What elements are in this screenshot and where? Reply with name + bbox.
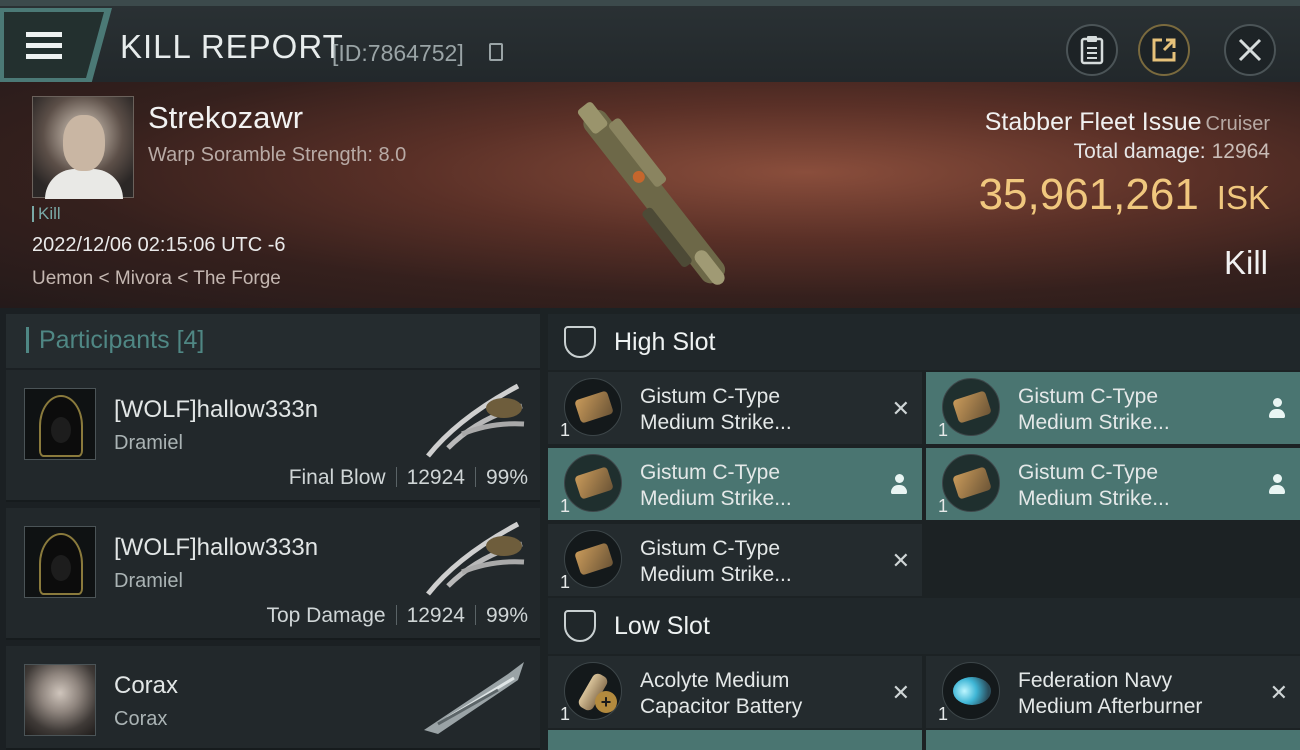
module-quantity: 1: [560, 704, 571, 724]
victim-subtitle: Warp Soramble Strength: 8.0: [148, 144, 407, 166]
victim-portrait[interactable]: [32, 96, 134, 199]
clipboard-button[interactable]: [1066, 24, 1118, 76]
capacitor-battery-icon: +: [564, 662, 622, 720]
participant-percent: 99%: [485, 604, 528, 627]
destroyed-icon: ✕: [891, 548, 910, 573]
destroyed-icon: ✕: [1269, 680, 1288, 705]
participant-avatar: [24, 388, 96, 460]
strike-missile-launcher-icon: [564, 454, 622, 512]
victim-ship-name[interactable]: Stabber Fleet Issue Cruiser: [985, 108, 1270, 137]
module-name: Gistum C-Type Medium Strike...: [640, 461, 792, 510]
participant-ship: Corax: [114, 708, 168, 730]
share-button[interactable]: [1138, 24, 1190, 76]
strike-missile-launcher-icon: [564, 378, 622, 436]
page-title: KILL REPORT: [120, 28, 344, 65]
participant-card[interactable]: [WOLF]hallow333n Dramiel Final Blow 12924…: [6, 370, 540, 502]
top-bar: KILL REPORT [ID:7864752]: [0, 0, 1300, 82]
participant-name: [WOLF]hallow333n: [114, 534, 319, 561]
module-name: Federation Navy Medium Afterburner: [1018, 669, 1203, 718]
participant-ship-image: [426, 383, 525, 458]
kill-tag: Kill: [32, 205, 61, 222]
module-item[interactable]: 1 Gistum C-Type Medium Strike... ✕: [548, 524, 922, 596]
participant-name: Corax: [114, 672, 179, 699]
module-item[interactable]: 1 Gistum C-Type Medium Strike...: [926, 372, 1300, 444]
module-item[interactable]: 1 Gistum C-Type Medium Strike...: [548, 448, 922, 520]
participant-avatar: [24, 526, 96, 598]
strike-missile-launcher-icon: [942, 454, 1000, 512]
module-quantity: 1: [938, 420, 949, 440]
destroyed-icon: ✕: [891, 396, 910, 421]
isk-value: 35,961,261 ISK: [978, 170, 1270, 219]
module-item[interactable]: 1 Gistum C-Type Medium Strike...: [926, 448, 1300, 520]
kill-datetime: 2022/12/06 02:15:06 UTC -6: [32, 234, 286, 256]
module-quantity: 1: [560, 572, 571, 592]
module-item[interactable]: + 1 Acolyte Medium Capacitor Battery ✕: [548, 656, 922, 728]
module-name: Acolyte Medium Capacitor Battery: [640, 669, 803, 718]
participant-avatar: [24, 664, 96, 736]
kill-summary-banner: Strekozawr Warp Soramble Strength: 8.0 K…: [0, 82, 1300, 308]
hamburger-icon: [26, 32, 62, 62]
participant-damage: 12924: [406, 604, 465, 627]
result-label: Kill: [1223, 244, 1268, 281]
participant-ship-image: [426, 521, 525, 596]
close-icon: [1238, 38, 1262, 62]
participant-name: [WOLF]hallow333n: [114, 396, 319, 423]
module-name: Gistum C-Type Medium Strike...: [640, 537, 792, 586]
copy-icon[interactable]: [489, 43, 503, 61]
participant-card[interactable]: [WOLF]hallow333n Dramiel Top Damage 12924…: [6, 508, 540, 640]
dropped-person-icon: [1268, 398, 1286, 418]
participants-count: [4]: [176, 326, 205, 354]
high-slot-header: High Slot: [548, 314, 1300, 370]
menu-button[interactable]: [0, 8, 112, 82]
report-id: [ID:7864752]: [332, 40, 464, 66]
participant-percent: 99%: [485, 466, 528, 489]
total-damage: Total damage: 12964: [1073, 140, 1270, 163]
module-item-partial[interactable]: [926, 730, 1300, 750]
victim-name: Strekozawr: [148, 100, 304, 135]
module-name: Gistum C-Type Medium Strike...: [640, 385, 792, 434]
strike-missile-launcher-icon: [942, 378, 1000, 436]
afterburner-icon: [942, 662, 1000, 720]
ship-class: Cruiser: [1205, 113, 1270, 135]
module-quantity: 1: [560, 496, 571, 516]
module-item[interactable]: 1 Gistum C-Type Medium Strike... ✕: [548, 372, 922, 444]
participant-ship: Dramiel: [114, 570, 183, 592]
participant-ship: Dramiel: [114, 432, 183, 454]
low-slot-icon: [564, 610, 596, 642]
module-quantity: 1: [560, 420, 571, 440]
participants-header: Participants [4]: [6, 314, 540, 368]
module-quantity: 1: [938, 704, 949, 724]
dropped-person-icon: [890, 474, 908, 494]
clipboard-icon: [1080, 36, 1104, 65]
module-item-partial[interactable]: [548, 730, 922, 750]
participant-card[interactable]: Corax Corax: [6, 646, 540, 750]
participant-stats: Top Damage 12924 99%: [266, 604, 528, 628]
victim-ship-image: [577, 102, 726, 285]
high-slot-icon: [564, 326, 596, 358]
dropped-person-icon: [1268, 474, 1286, 494]
module-item[interactable]: 1 Federation Navy Medium Afterburner ✕: [926, 656, 1300, 728]
destroyed-icon: ✕: [891, 680, 910, 705]
strike-missile-launcher-icon: [564, 530, 622, 588]
low-slot-header: Low Slot: [548, 598, 1300, 654]
participant-damage: 12924: [406, 466, 465, 489]
share-icon: [1152, 38, 1176, 62]
kill-location[interactable]: Uemon < Mivora < The Forge: [32, 268, 281, 290]
close-button[interactable]: [1224, 24, 1276, 76]
participant-role: Final Blow: [288, 466, 386, 489]
participant-ship-image: [424, 662, 524, 734]
participant-stats: Final Blow 12924 99%: [289, 466, 528, 490]
module-name: Gistum C-Type Medium Strike...: [1018, 385, 1170, 434]
module-quantity: 1: [938, 496, 949, 516]
module-name: Gistum C-Type Medium Strike...: [1018, 461, 1170, 510]
participant-role: Top Damage: [266, 604, 386, 627]
